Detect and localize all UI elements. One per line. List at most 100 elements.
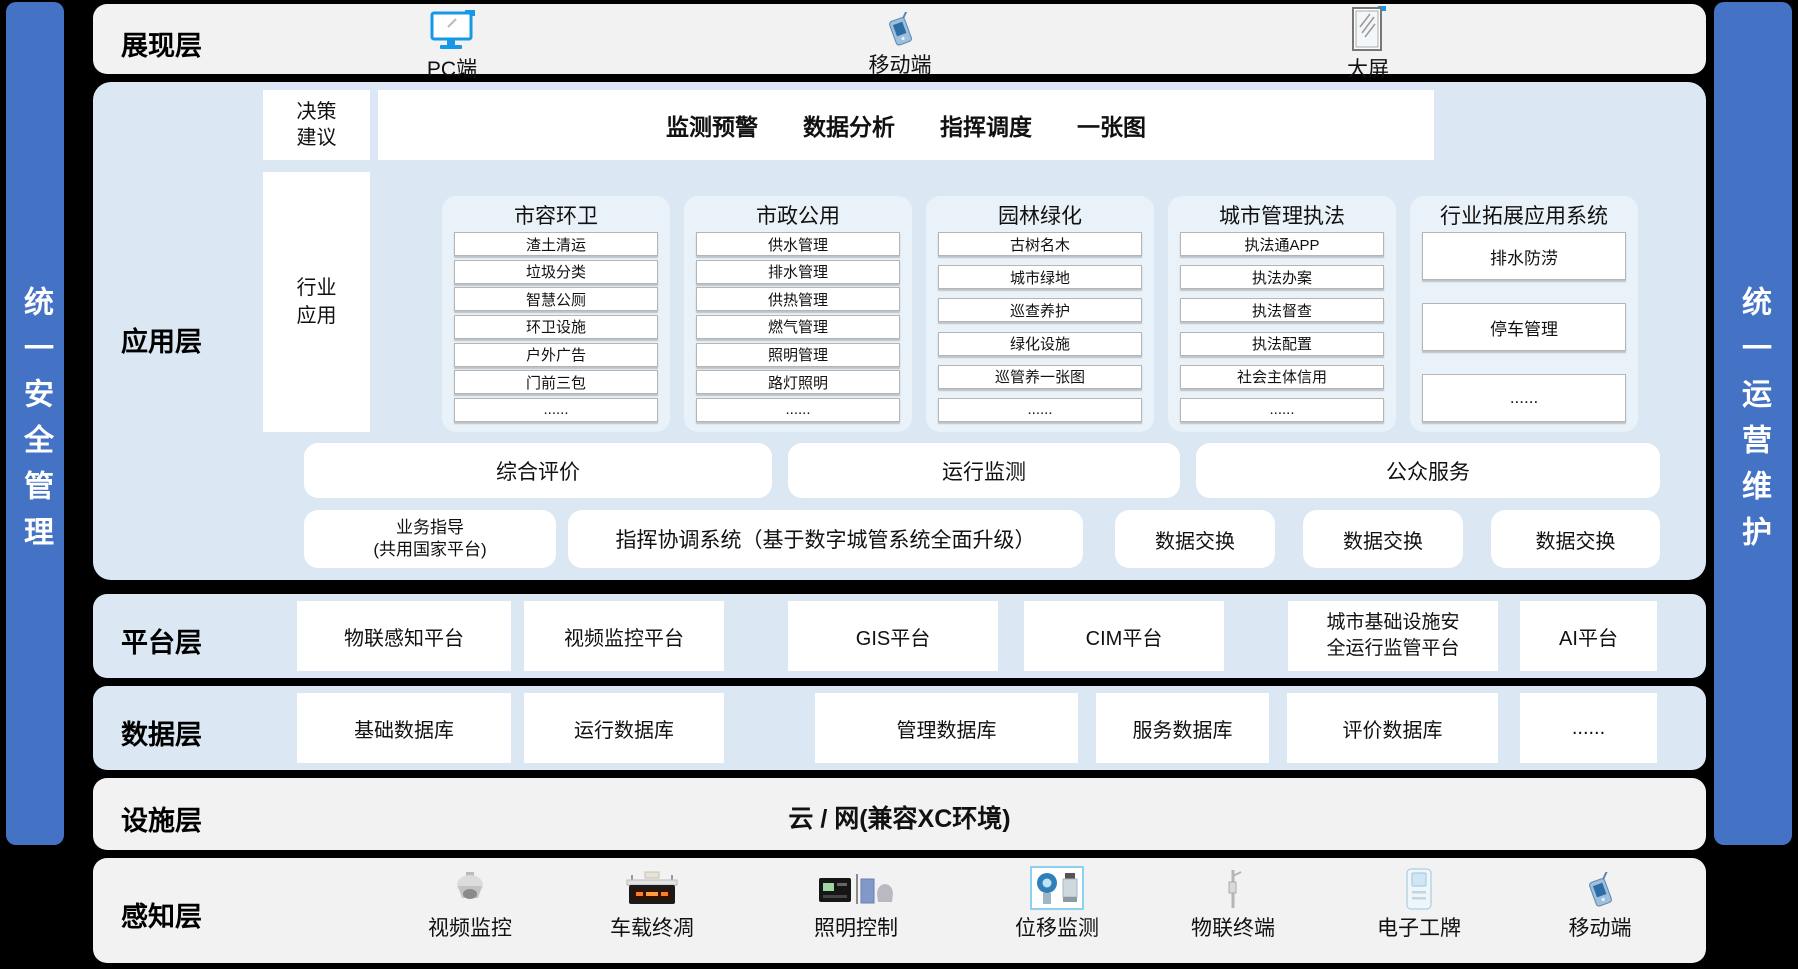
data-exchange-box: 数据交换 bbox=[1115, 510, 1275, 568]
presentation-item-label: PC端 bbox=[427, 53, 477, 83]
presentation-layer-label: 展现层 bbox=[121, 24, 202, 63]
pc-icon bbox=[429, 6, 475, 52]
data-layer-label: 数据层 bbox=[121, 713, 202, 752]
column-item: 执法通APP bbox=[1180, 232, 1384, 256]
column-item: 巡查养护 bbox=[938, 298, 1142, 322]
business-guidance-box: 业务指导 (共用国家平台) bbox=[304, 510, 556, 568]
perception-item-video: 视频监控 bbox=[405, 864, 535, 942]
platform-layer-label: 平台层 bbox=[121, 621, 202, 660]
column-item: 照明管理 bbox=[696, 343, 900, 367]
perception-item-label: 移动端 bbox=[1569, 912, 1632, 942]
decision-functions-box: 监测预警 数据分析 指挥调度 一张图 bbox=[378, 90, 1434, 160]
column-item: 智慧公厕 bbox=[454, 287, 658, 311]
column-municipal-utilities: 市政公用 供水管理 排水管理 供热管理 燃气管理 照明管理 路灯照明 .....… bbox=[684, 196, 912, 432]
column-title: 市政公用 bbox=[696, 202, 900, 232]
column-item: 执法办案 bbox=[1180, 265, 1384, 289]
column-item: 古树名木 bbox=[938, 232, 1142, 256]
urban-infrastructure-safety-platform-box: 城市基础设施安 全运行监管平台 bbox=[1288, 601, 1498, 671]
cloud-network-text: 云 / 网(兼容XC环境) bbox=[93, 799, 1706, 835]
column-item: 执法配置 bbox=[1180, 332, 1384, 356]
column-item: ...... bbox=[454, 398, 658, 422]
left-bar-unified-security: 统一安全管理 bbox=[6, 2, 64, 845]
column-item: 门前三包 bbox=[454, 370, 658, 394]
gis-platform-box: GIS平台 bbox=[788, 601, 998, 671]
column-item: 供水管理 bbox=[696, 232, 900, 256]
column-industry-expansion: 行业拓展应用系统 排水防涝 停车管理 ...... bbox=[1410, 196, 1638, 432]
cim-platform-box: CIM平台 bbox=[1024, 601, 1224, 671]
presentation-item-bigscreen: 大屏 bbox=[1318, 6, 1418, 83]
basic-database-box: 基础数据库 bbox=[297, 693, 511, 763]
function-monitor-warning: 监测预警 bbox=[666, 108, 758, 142]
operation-monitoring-box: 运行监测 bbox=[788, 443, 1180, 498]
perception-item-iot-terminal: 物联终端 bbox=[1168, 864, 1298, 942]
column-item: 执法督查 bbox=[1180, 298, 1384, 322]
column-landscaping: 园林绿化 古树名木 城市绿地 巡查养护 绿化设施 巡管养一张图 ...... bbox=[926, 196, 1154, 432]
column-urban-law-enforcement: 城市管理执法 执法通APP 执法办案 执法督查 执法配置 社会主体信用 ....… bbox=[1168, 196, 1396, 432]
column-item: ...... bbox=[938, 398, 1142, 422]
industry-application-box: 行业 应用 bbox=[263, 172, 370, 432]
evaluation-database-box: 评价数据库 bbox=[1287, 693, 1498, 763]
mobile-icon bbox=[1581, 864, 1619, 910]
data-exchange-box: 数据交换 bbox=[1491, 510, 1660, 568]
industry-columns: 市容环卫 渣土清运 垃圾分类 智慧公厕 环卫设施 户外广告 门前三包 .....… bbox=[442, 196, 1640, 432]
right-bar-unified-operations: 统一运营维护 bbox=[1714, 2, 1792, 845]
column-item: 社会主体信用 bbox=[1180, 365, 1384, 389]
column-item: 渣土清运 bbox=[454, 232, 658, 256]
perception-item-displacement: 位移监测 bbox=[992, 864, 1122, 942]
mobile-icon bbox=[881, 6, 919, 48]
perception-item-badge: 电子工牌 bbox=[1354, 864, 1484, 942]
column-item: 供热管理 bbox=[696, 287, 900, 311]
column-city-sanitation: 市容环卫 渣土清运 垃圾分类 智慧公厕 环卫设施 户外广告 门前三包 .....… bbox=[442, 196, 670, 432]
video-surveillance-platform-box: 视频监控平台 bbox=[524, 601, 724, 671]
perception-item-mobile: 移动端 bbox=[1535, 864, 1665, 942]
column-item: 垃圾分类 bbox=[454, 260, 658, 284]
presentation-item-label: 移动端 bbox=[869, 49, 932, 79]
column-item: 户外广告 bbox=[454, 343, 658, 367]
column-item: 燃气管理 bbox=[696, 315, 900, 339]
column-item: ...... bbox=[696, 398, 900, 422]
vehicle-terminal-icon bbox=[623, 864, 681, 910]
lighting-control-icon bbox=[819, 864, 893, 910]
column-item: 停车管理 bbox=[1422, 303, 1626, 351]
data-layer-row: 数据层 基础数据库 运行数据库 管理数据库 服务数据库 评价数据库 ...... bbox=[93, 686, 1706, 770]
perception-layer-row: 感知层 视频监控 bbox=[93, 858, 1706, 963]
perception-item-lighting-control: 照明控制 bbox=[791, 864, 921, 942]
facility-layer-row: 设施层 云 / 网(兼容XC环境) bbox=[93, 778, 1706, 850]
presentation-item-mobile: 移动端 bbox=[850, 6, 950, 79]
column-title: 市容环卫 bbox=[454, 202, 658, 232]
column-item: ...... bbox=[1180, 398, 1384, 422]
data-exchange-box: 数据交换 bbox=[1303, 510, 1463, 568]
perception-layer-label: 感知层 bbox=[121, 895, 202, 934]
more-database-box: ...... bbox=[1520, 693, 1657, 763]
function-one-map: 一张图 bbox=[1077, 108, 1146, 142]
perception-item-label: 照明控制 bbox=[814, 912, 898, 942]
application-layer-label: 应用层 bbox=[121, 320, 202, 359]
displacement-sensor-icon bbox=[1030, 864, 1084, 910]
command-coordination-box: 指挥协调系统（基于数字城管系统全面升级） bbox=[568, 510, 1083, 568]
column-item: 环卫设施 bbox=[454, 315, 658, 339]
column-item: 巡管养一张图 bbox=[938, 365, 1142, 389]
application-layer-row: 应用层 决策 建议 监测预警 数据分析 指挥调度 一张图 行业 应用 市容环卫 … bbox=[93, 82, 1706, 580]
perception-item-label: 视频监控 bbox=[428, 912, 512, 942]
function-command-dispatch: 指挥调度 bbox=[940, 108, 1032, 142]
management-database-box: 管理数据库 bbox=[815, 693, 1078, 763]
perception-item-label: 位移监测 bbox=[1015, 912, 1099, 942]
iot-sensing-platform-box: 物联感知平台 bbox=[297, 601, 511, 671]
column-item: ...... bbox=[1422, 374, 1626, 422]
perception-item-vehicle-terminal: 车载终凋 bbox=[587, 864, 717, 942]
big-screen-icon bbox=[1350, 6, 1386, 52]
column-title: 行业拓展应用系统 bbox=[1422, 202, 1626, 232]
badge-icon bbox=[1403, 864, 1435, 910]
ai-platform-box: AI平台 bbox=[1520, 601, 1657, 671]
column-item: 绿化设施 bbox=[938, 332, 1142, 356]
column-title: 园林绿化 bbox=[938, 202, 1142, 232]
column-title: 城市管理执法 bbox=[1180, 202, 1384, 232]
decision-suggestion-box: 决策 建议 bbox=[263, 90, 370, 160]
column-item: 排水防涝 bbox=[1422, 232, 1626, 280]
presentation-item-pc: PC端 bbox=[402, 6, 502, 83]
presentation-item-label: 大屏 bbox=[1347, 53, 1389, 83]
perception-item-label: 车载终凋 bbox=[610, 912, 694, 942]
function-data-analysis: 数据分析 bbox=[803, 108, 895, 142]
perception-item-label: 物联终端 bbox=[1191, 912, 1275, 942]
operation-database-box: 运行数据库 bbox=[524, 693, 724, 763]
